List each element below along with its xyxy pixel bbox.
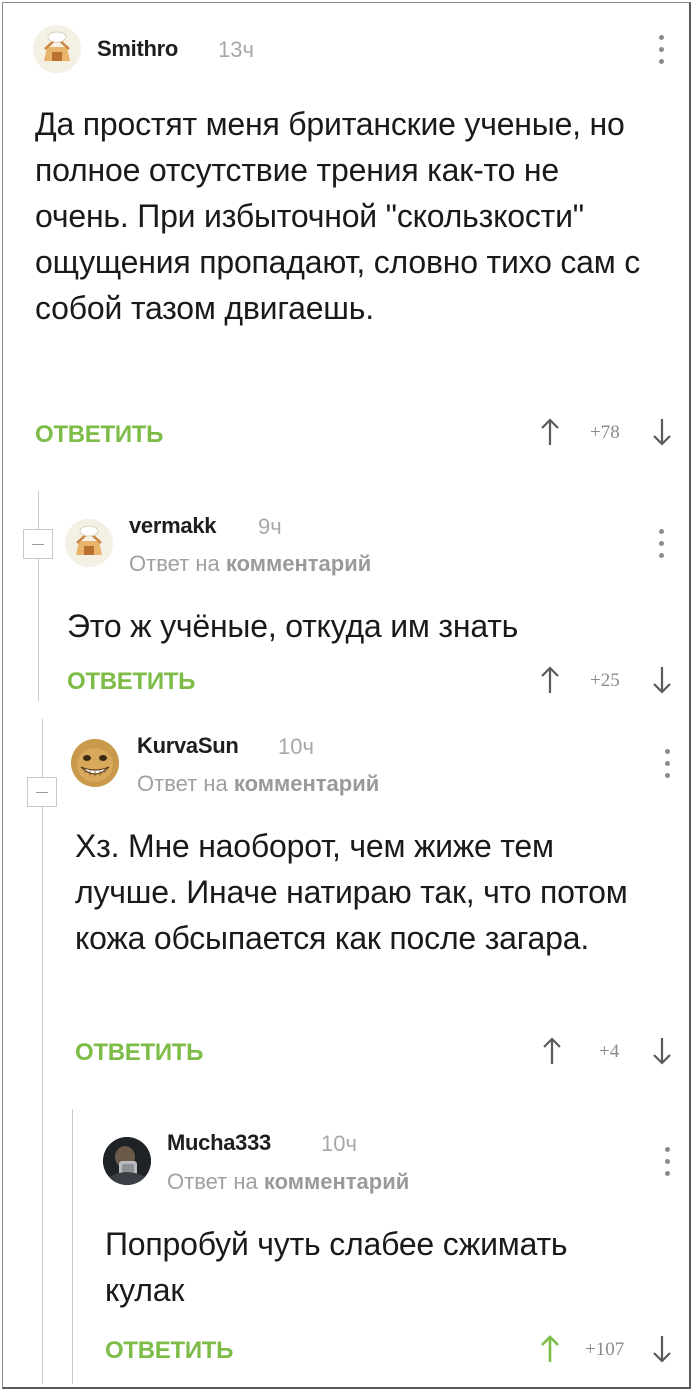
more-options-icon[interactable] (663, 749, 671, 783)
reply-target[interactable]: комментарий (264, 1169, 409, 1194)
comment-time: 9ч (258, 514, 282, 539)
downvote-arrow-icon[interactable] (651, 417, 673, 447)
thread-line (42, 719, 43, 1384)
more-options-icon[interactable] (657, 529, 665, 563)
collapse-thread-button[interactable] (23, 529, 53, 559)
rating-score: +25 (590, 670, 620, 691)
comment-time: 10ч (321, 1131, 357, 1156)
thread-line (72, 1109, 73, 1384)
upvote-arrow-icon-active[interactable] (539, 1334, 561, 1364)
author-name[interactable]: Smithro (97, 36, 178, 62)
reply-button[interactable]: ОТВЕТИТЬ (105, 1337, 233, 1365)
reply-to-link[interactable]: Ответ на комментарий (129, 551, 371, 577)
upvote-arrow-icon[interactable] (541, 1036, 563, 1066)
reply-prefix: Ответ на (167, 1169, 258, 1194)
comment-time: 13ч (218, 37, 254, 62)
downvote-arrow-icon[interactable] (651, 1334, 673, 1364)
more-options-icon[interactable] (663, 1147, 671, 1181)
more-options-icon[interactable] (657, 35, 665, 69)
reply-target[interactable]: комментарий (234, 771, 379, 796)
reply-to-link[interactable]: Ответ на комментарий (137, 771, 379, 797)
default-avatar-icon[interactable] (65, 519, 113, 567)
comments-panel: Smithro 13ч Да простят меня британские у… (2, 2, 691, 1389)
thread-line (38, 491, 39, 701)
reply-button[interactable]: ОТВЕТИТЬ (67, 668, 195, 696)
upvote-arrow-icon[interactable] (539, 665, 561, 695)
rating-score: +107 (585, 1339, 625, 1360)
downvote-arrow-icon[interactable] (651, 665, 673, 695)
comment-text: Хз. Мне наоборот, чем жиже тем лучше. Ин… (75, 828, 628, 956)
upvote-arrow-icon[interactable] (539, 417, 561, 447)
reply-target[interactable]: комментарий (226, 551, 371, 576)
rating-score: +4 (599, 1041, 620, 1062)
author-name[interactable]: Mucha333 (167, 1130, 271, 1156)
reply-prefix: Ответ на (129, 551, 220, 576)
collapse-thread-button[interactable] (27, 777, 57, 807)
author-name[interactable]: KurvaSun (137, 733, 239, 759)
comment-time: 10ч (278, 734, 314, 759)
photo-avatar[interactable] (103, 1137, 151, 1185)
comment-text: Это ж учёные, откуда им знать (67, 608, 519, 644)
default-avatar-icon[interactable] (33, 25, 81, 73)
grinning-face-avatar[interactable] (71, 739, 119, 787)
rating-score: +78 (590, 422, 620, 443)
downvote-arrow-icon[interactable] (651, 1036, 673, 1066)
author-name[interactable]: vermakk (129, 513, 217, 539)
comment-text: Да простят меня британские ученые, но по… (35, 106, 641, 326)
reply-button[interactable]: ОТВЕТИТЬ (75, 1039, 203, 1067)
reply-button[interactable]: ОТВЕТИТЬ (35, 421, 163, 449)
comment-text: Попробуй чуть слабее сжимать кулак (105, 1226, 568, 1308)
reply-to-link[interactable]: Ответ на комментарий (167, 1169, 409, 1195)
reply-prefix: Ответ на (137, 771, 228, 796)
